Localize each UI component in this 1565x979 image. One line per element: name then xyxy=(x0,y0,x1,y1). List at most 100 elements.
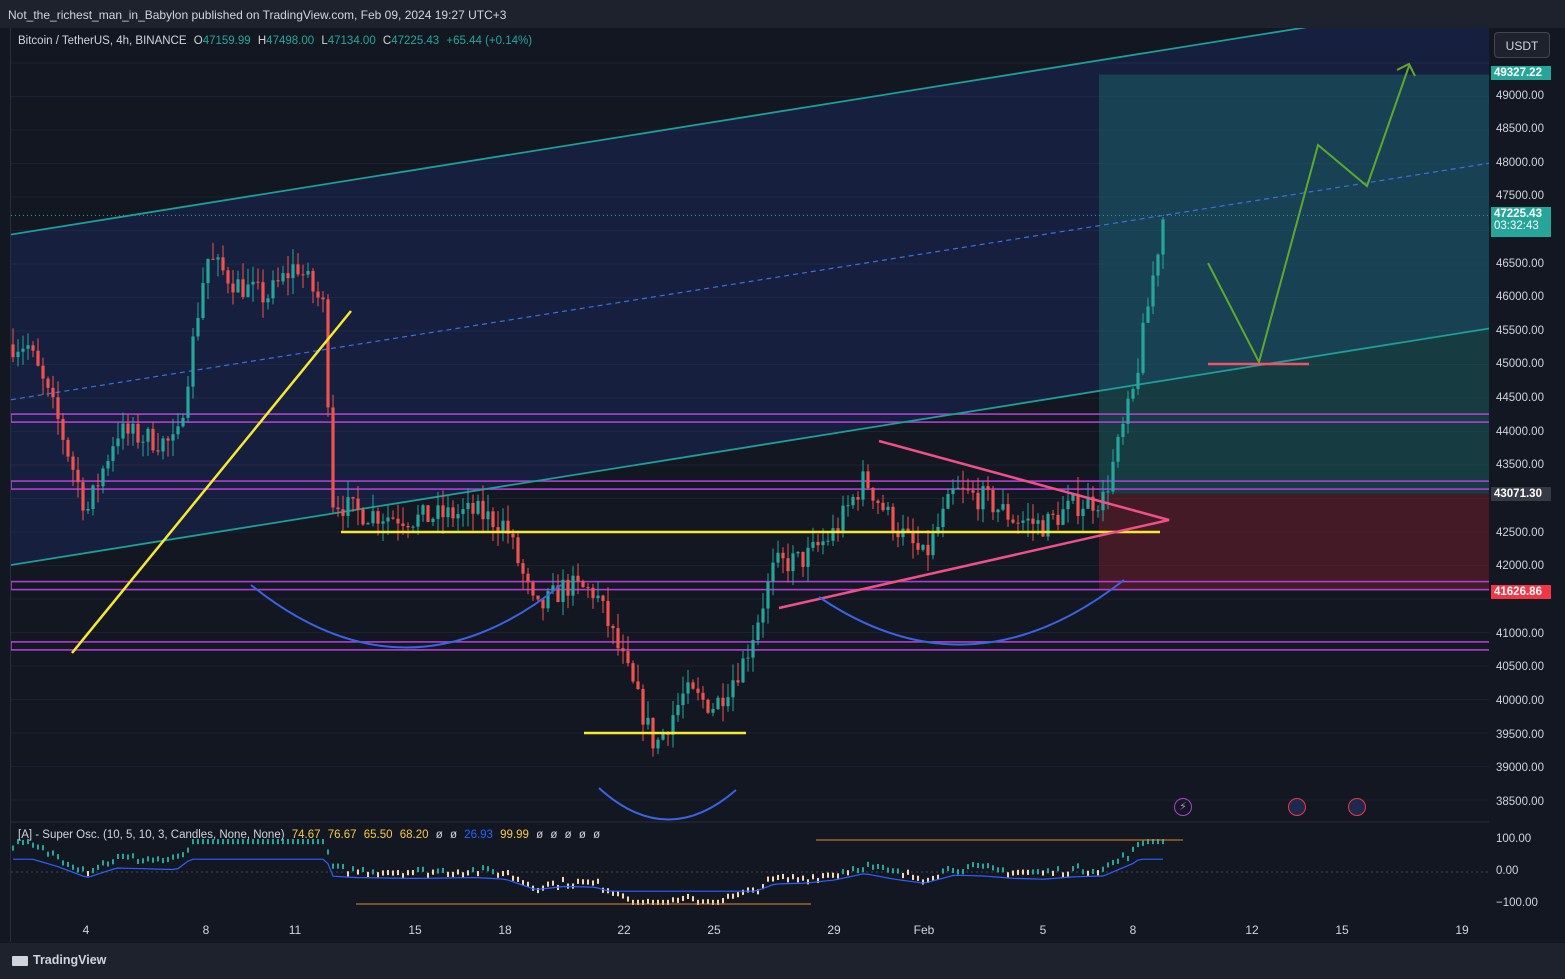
candle xyxy=(1136,372,1140,389)
candle xyxy=(1081,508,1085,516)
candle xyxy=(756,622,760,640)
candle xyxy=(841,505,845,532)
time-tick: 8 xyxy=(202,923,210,937)
us-flag-icon[interactable] xyxy=(1288,798,1306,816)
lightning-event-icon[interactable]: ⚡ xyxy=(1174,798,1192,816)
time-tick: 8 xyxy=(1129,923,1137,937)
candle xyxy=(386,517,390,522)
candle xyxy=(1056,514,1060,525)
candle xyxy=(111,446,115,461)
candle xyxy=(731,680,735,698)
us-flag-icon[interactable] xyxy=(1348,798,1366,816)
candle xyxy=(26,345,30,349)
candle xyxy=(316,291,320,298)
current-price-label: 47225.43 03:32:43 xyxy=(1491,207,1551,237)
candle xyxy=(121,423,125,439)
candle xyxy=(441,505,445,518)
candle xyxy=(956,487,960,489)
candle xyxy=(466,502,470,510)
candle xyxy=(71,456,75,470)
candle xyxy=(481,500,485,520)
chart-area[interactable] xyxy=(10,28,1491,942)
candle xyxy=(486,511,490,520)
price-tick: 45000.00 xyxy=(1496,358,1544,370)
candle xyxy=(706,699,710,713)
candle xyxy=(131,423,135,434)
candle xyxy=(1151,275,1155,307)
current-price-value: 47225.43 xyxy=(1494,208,1542,220)
close-label: C xyxy=(382,35,392,47)
candle xyxy=(1096,510,1100,512)
candle xyxy=(581,581,585,588)
candle xyxy=(76,469,80,483)
candle xyxy=(771,562,775,582)
candle xyxy=(851,497,855,506)
candle xyxy=(606,600,610,626)
price-tick: 45500.00 xyxy=(1496,325,1544,337)
price-tick: 41000.00 xyxy=(1496,628,1544,640)
candle xyxy=(126,423,130,434)
candle xyxy=(536,595,540,600)
price-tick: 44500.00 xyxy=(1496,392,1544,404)
candle xyxy=(446,507,450,518)
candle xyxy=(301,274,305,276)
candle xyxy=(11,344,15,358)
bar-countdown: 03:32:43 xyxy=(1494,220,1539,232)
candle xyxy=(601,595,605,601)
oscillator-name: [A] - Super Osc. (10, 5, 10, 3, Candles,… xyxy=(18,829,285,841)
candle xyxy=(371,511,375,524)
candle xyxy=(796,551,800,554)
tradingview-logo[interactable]: TradingView xyxy=(12,953,106,967)
candle xyxy=(211,258,215,260)
candle xyxy=(96,485,100,487)
osc-value: ø xyxy=(536,829,544,841)
candle xyxy=(341,509,345,516)
candle xyxy=(61,418,65,440)
candle xyxy=(896,532,900,538)
candle xyxy=(566,579,570,596)
candle xyxy=(221,257,225,271)
price-tick: 39500.00 xyxy=(1496,729,1544,741)
time-tick: 4 xyxy=(82,923,90,937)
osc-axis-tick: −100.00 xyxy=(1496,897,1538,909)
osc-value: ø xyxy=(435,829,443,841)
candle xyxy=(1111,461,1115,492)
candle xyxy=(206,258,210,284)
candle xyxy=(476,500,480,514)
candle xyxy=(1141,322,1145,373)
candle xyxy=(186,386,190,418)
candle xyxy=(456,514,460,519)
candle xyxy=(856,497,860,500)
candle xyxy=(51,387,55,398)
price-tick: 48000.00 xyxy=(1496,157,1544,169)
candle xyxy=(471,502,475,514)
time-tick: 29 xyxy=(827,923,841,937)
candle xyxy=(526,573,530,583)
candle xyxy=(681,693,685,706)
candle xyxy=(576,575,580,582)
time-tick: 25 xyxy=(707,923,721,937)
osc-value: ø xyxy=(564,829,572,841)
symbol-legend: Bitcoin / TetherUS, 4h, BINANCE O47159.9… xyxy=(18,35,532,47)
candle xyxy=(631,663,635,682)
candle xyxy=(276,280,280,282)
price-tick: 46000.00 xyxy=(1496,291,1544,303)
price-chart[interactable] xyxy=(11,28,1490,942)
candle xyxy=(256,281,260,283)
candle xyxy=(91,485,95,509)
candle xyxy=(116,438,120,447)
candle xyxy=(36,350,40,366)
candle xyxy=(426,505,430,522)
currency-button[interactable]: USDT xyxy=(1494,32,1550,58)
time-tick: 18 xyxy=(498,923,512,937)
candle xyxy=(951,488,955,494)
candle xyxy=(436,505,440,519)
time-axis[interactable] xyxy=(10,915,1489,943)
candle xyxy=(871,487,875,501)
candle xyxy=(1001,504,1005,510)
candle xyxy=(876,500,880,503)
candle xyxy=(411,526,415,528)
entry-price-label: 43071.30 xyxy=(1491,487,1551,501)
candle xyxy=(166,438,170,441)
close-value: 47225.43 xyxy=(391,35,440,47)
